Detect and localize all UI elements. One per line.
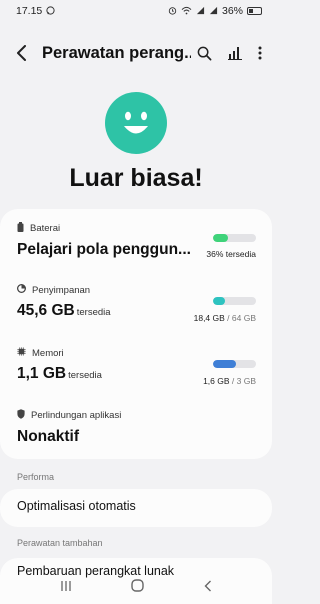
memory-unit: tersedia	[68, 370, 102, 381]
protection-row[interactable]: Perlindungan aplikasi Nonaktif	[17, 409, 256, 453]
back-icon[interactable]	[12, 41, 32, 65]
status-bar: 17.15 36%	[0, 0, 272, 22]
memory-value: 1,1 GB	[17, 365, 67, 382]
back-nav-icon[interactable]	[204, 579, 212, 597]
navigation-bar	[0, 572, 272, 604]
signal-icon	[209, 6, 218, 17]
memory-label: Memori	[32, 347, 64, 359]
memory-icon	[17, 347, 26, 359]
battery-meter	[213, 234, 256, 242]
clock: 17.15	[16, 5, 43, 17]
battery-icon	[247, 7, 262, 15]
home-icon[interactable]	[131, 579, 145, 597]
memory-meter-fill	[213, 360, 236, 368]
storage-label: Penyimpanan	[32, 284, 91, 296]
recents-icon[interactable]	[60, 579, 72, 597]
battery-percent: 36%	[221, 5, 243, 17]
battery-meter-fill	[213, 234, 229, 242]
whatsapp-icon	[46, 5, 55, 17]
memory-row[interactable]: Memori 1,1 GB tersedia 1,6 GB / 3 GB	[17, 347, 256, 391]
battery-row[interactable]: Baterai Pelajari pola penggun... 36% ter…	[17, 222, 256, 264]
protection-value: Nonaktif	[17, 428, 79, 445]
shield-icon	[17, 409, 25, 422]
storage-unit: tersedia	[76, 307, 111, 318]
battery-label: Baterai	[30, 223, 61, 234]
alarm-icon	[168, 6, 177, 17]
bar-chart-icon[interactable]	[228, 46, 242, 60]
storage-meter-fill	[213, 297, 226, 305]
section-performance: Performa	[17, 472, 55, 482]
page-title: Perawatan perang...	[42, 43, 191, 62]
status-card: Baterai Pelajari pola penggun... 36% ter…	[0, 209, 272, 459]
more-icon[interactable]	[258, 46, 262, 60]
storage-icon	[16, 283, 27, 296]
section-additional-care: Perawatan tambahan	[17, 538, 103, 548]
search-icon[interactable]	[197, 46, 212, 61]
storage-row[interactable]: Penyimpanan 45,6 GB tersedia 18,4 GB / 64…	[16, 283, 256, 328]
memory-meter	[213, 360, 256, 368]
performance-card: Optimalisasi otomatis	[0, 489, 272, 527]
battery-icon	[17, 222, 24, 235]
storage-meter-text: 18,4 GB / 64 GB	[194, 313, 256, 323]
wifi-icon	[181, 6, 192, 17]
memory-total: / 3 GB	[231, 376, 256, 386]
storage-used: 18,4 GB	[193, 313, 225, 323]
protection-label: Perlindungan aplikasi	[31, 410, 122, 421]
storage-total: / 64 GB	[227, 313, 256, 323]
auto-optimization-item[interactable]: Optimalisasi otomatis	[17, 499, 136, 513]
status-headline: Luar biasa!	[69, 164, 203, 192]
memory-meter-text: 1,6 GB / 3 GB	[203, 376, 256, 386]
smiley-face-icon	[105, 92, 167, 154]
signal-icon	[196, 6, 205, 17]
storage-value: 45,6 GB	[17, 302, 75, 319]
app-bar: Perawatan perang...	[0, 36, 272, 70]
memory-used: 1,6 GB	[203, 376, 230, 386]
storage-meter	[213, 297, 256, 305]
battery-meter-text: 36% tersedia	[206, 249, 256, 259]
